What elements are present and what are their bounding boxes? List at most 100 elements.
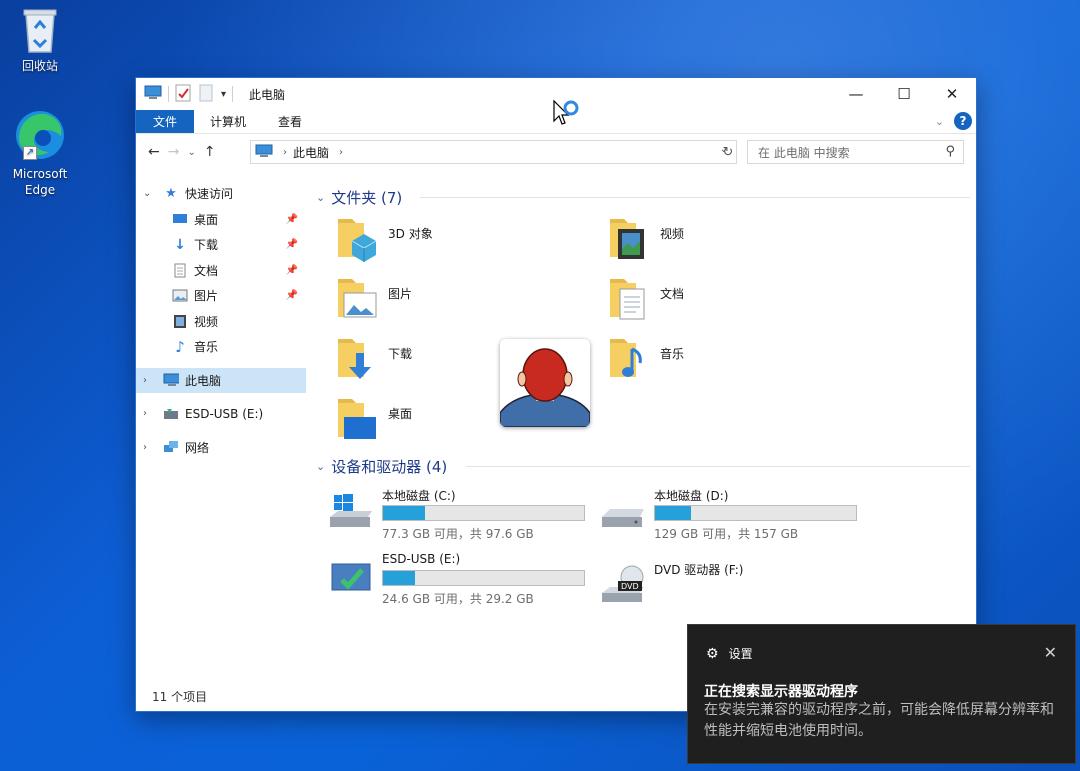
desktop-icon <box>172 211 188 227</box>
status-bar-item-count: 11 个项目 <box>152 690 208 704</box>
breadcrumb-separator-icon[interactable]: › <box>339 147 343 158</box>
tab-computer[interactable]: 计算机 <box>194 110 262 133</box>
drive-usage-fill <box>383 571 416 585</box>
folder-name: 下载 <box>388 347 413 361</box>
close-button[interactable]: ✕ <box>928 78 976 110</box>
divider <box>466 466 970 467</box>
sidebar-item-this-pc[interactable]: › 此电脑 <box>136 367 306 393</box>
refresh-icon[interactable]: ↻ <box>719 140 737 164</box>
drive-info: 129 GB 可用，共 157 GB <box>654 527 799 541</box>
folder-videos[interactable]: 视频 <box>606 215 826 267</box>
pin-icon[interactable]: 📌 <box>286 290 298 301</box>
video-icon <box>172 313 188 329</box>
gear-icon: ⚙ <box>706 645 719 662</box>
expand-ribbon-icon[interactable]: ⌄ <box>935 115 944 128</box>
drive-e[interactable]: ESD-USB (E:) 24.6 GB 可用，共 29.2 GB <box>328 552 598 608</box>
drive-d[interactable]: 本地磁盘 (D:) 129 GB 可用，共 157 GB <box>600 487 870 543</box>
edge-shortcut[interactable]: ↗ Microsoft Edge <box>0 108 80 198</box>
sidebar-item-pictures[interactable]: 图片 📌 <box>136 283 306 309</box>
pin-icon[interactable]: 📌 <box>286 265 298 276</box>
up-arrow-icon[interactable]: ↑ <box>204 144 216 160</box>
sidebar-item-documents[interactable]: 文档 📌 <box>136 258 306 284</box>
usb-setup-drive-icon <box>328 556 376 596</box>
minimize-button[interactable]: — <box>832 78 880 110</box>
sidebar-item-quick-access[interactable]: ⌄ ★ 快速访问 <box>136 181 306 207</box>
folder-name: 音乐 <box>660 347 685 361</box>
computer-icon[interactable] <box>144 85 162 104</box>
sidebar-item-label: 网络 <box>185 440 210 455</box>
recent-locations-icon[interactable]: ⌄ <box>187 147 195 158</box>
hard-drive-icon <box>600 491 648 531</box>
recycle-bin-icon <box>20 6 60 54</box>
expand-chevron-icon[interactable]: › <box>143 375 155 386</box>
sidebar-item-downloads[interactable]: ↓ 下载 📌 <box>136 232 306 258</box>
folders-group-header[interactable]: ⌄ 文件夹 (7) <box>316 187 970 207</box>
pin-icon[interactable]: 📌 <box>286 214 298 225</box>
expand-chevron-icon[interactable]: › <box>143 442 155 453</box>
network-icon <box>163 439 179 455</box>
drive-usage-fill <box>655 506 692 520</box>
customize-toolbar-icon[interactable]: ▾ <box>221 89 226 100</box>
tab-file[interactable]: 文件 <box>136 110 195 133</box>
sidebar-item-label: 下载 <box>194 238 219 253</box>
computer-icon <box>163 372 179 388</box>
help-icon[interactable]: ? <box>954 112 972 130</box>
downloads-folder-icon <box>334 335 380 385</box>
tab-view[interactable]: 查看 <box>262 110 318 133</box>
folder-music[interactable]: 音乐 <box>606 335 826 387</box>
toast-title: 正在搜索显示器驱动程序 <box>704 684 858 700</box>
search-placeholder: 在 此电脑 中搜索 <box>758 145 850 160</box>
drives-group-header[interactable]: ⌄ 设备和驱动器 (4) <box>316 456 970 476</box>
drive-c[interactable]: 本地磁盘 (C:) 77.3 GB 可用，共 97.6 GB <box>328 487 598 543</box>
folder-pictures[interactable]: 图片 <box>334 275 554 327</box>
videos-folder-icon <box>606 215 652 265</box>
sidebar-item-label: 音乐 <box>194 340 219 355</box>
desktop-folder-icon <box>334 395 380 445</box>
collapse-chevron-icon[interactable]: ⌄ <box>316 460 325 473</box>
edge-icon: ↗ <box>13 108 67 162</box>
sidebar-item-network[interactable]: › 网络 <box>136 435 306 461</box>
search-input[interactable]: 在 此电脑 中搜索 ⚲ <box>747 140 964 164</box>
drive-usage-bar <box>382 505 585 521</box>
drive-f[interactable]: DVD DVD 驱动器 (F:) <box>600 561 870 617</box>
sidebar-item-videos[interactable]: 视频 <box>136 309 306 335</box>
avatar <box>500 339 590 427</box>
sidebar-item-music[interactable]: ♪ 音乐 <box>136 334 306 360</box>
collapse-chevron-icon[interactable]: ⌄ <box>143 188 155 199</box>
toolbar-divider <box>168 86 169 102</box>
sidebar-item-label: 此电脑 <box>185 373 222 388</box>
dvd-drive-icon: DVD <box>600 565 648 605</box>
busy-cursor-icon <box>552 99 582 134</box>
recycle-bin-shortcut[interactable]: 回收站 <box>0 6 80 74</box>
pin-icon[interactable]: 📌 <box>286 239 298 250</box>
address-bar[interactable]: › 此电脑 › ⌄ <box>250 140 737 164</box>
sidebar-item-label: ESD-USB (E:) <box>185 406 264 421</box>
back-arrow-icon[interactable]: ← <box>148 144 160 160</box>
maximize-button[interactable]: ☐ <box>880 78 928 110</box>
breadcrumb-this-pc[interactable]: 此电脑 <box>293 144 329 161</box>
toast-close-button[interactable]: ✕ <box>1044 643 1057 662</box>
3d-objects-folder-icon <box>334 215 380 265</box>
toast-app-header: ⚙ 设置 <box>706 645 753 662</box>
sidebar-item-desktop[interactable]: 桌面 📌 <box>136 207 306 233</box>
quick-access-toolbar: ▾ <box>144 84 239 105</box>
folder-documents[interactable]: 文档 <box>606 275 826 327</box>
drive-info: 77.3 GB 可用，共 97.6 GB <box>382 527 534 541</box>
folder-name: 视频 <box>660 227 685 241</box>
toolbar-divider <box>232 86 234 102</box>
edge-label: Microsoft Edge <box>12 167 68 197</box>
download-icon: ↓ <box>174 236 186 253</box>
sidebar-item-label: 桌面 <box>194 212 219 227</box>
new-folder-icon[interactable] <box>199 84 213 105</box>
pictures-icon <box>172 288 188 304</box>
notification-toast[interactable]: ⚙ 设置 ✕ 正在搜索显示器驱动程序 在安装完兼容的驱动程序之前，可能会降低屏幕… <box>687 624 1076 764</box>
properties-icon[interactable] <box>175 84 191 105</box>
forward-arrow-icon[interactable]: → <box>168 144 180 160</box>
folder-3d-objects[interactable]: 3D 对象 <box>334 215 554 267</box>
sidebar-item-usb[interactable]: › ESD-USB (E:) <box>136 401 306 427</box>
expand-chevron-icon[interactable]: › <box>143 408 155 419</box>
breadcrumb-separator-icon[interactable]: › <box>283 147 287 158</box>
document-icon <box>172 262 188 278</box>
windows-drive-icon <box>328 491 376 531</box>
collapse-chevron-icon[interactable]: ⌄ <box>316 191 325 204</box>
